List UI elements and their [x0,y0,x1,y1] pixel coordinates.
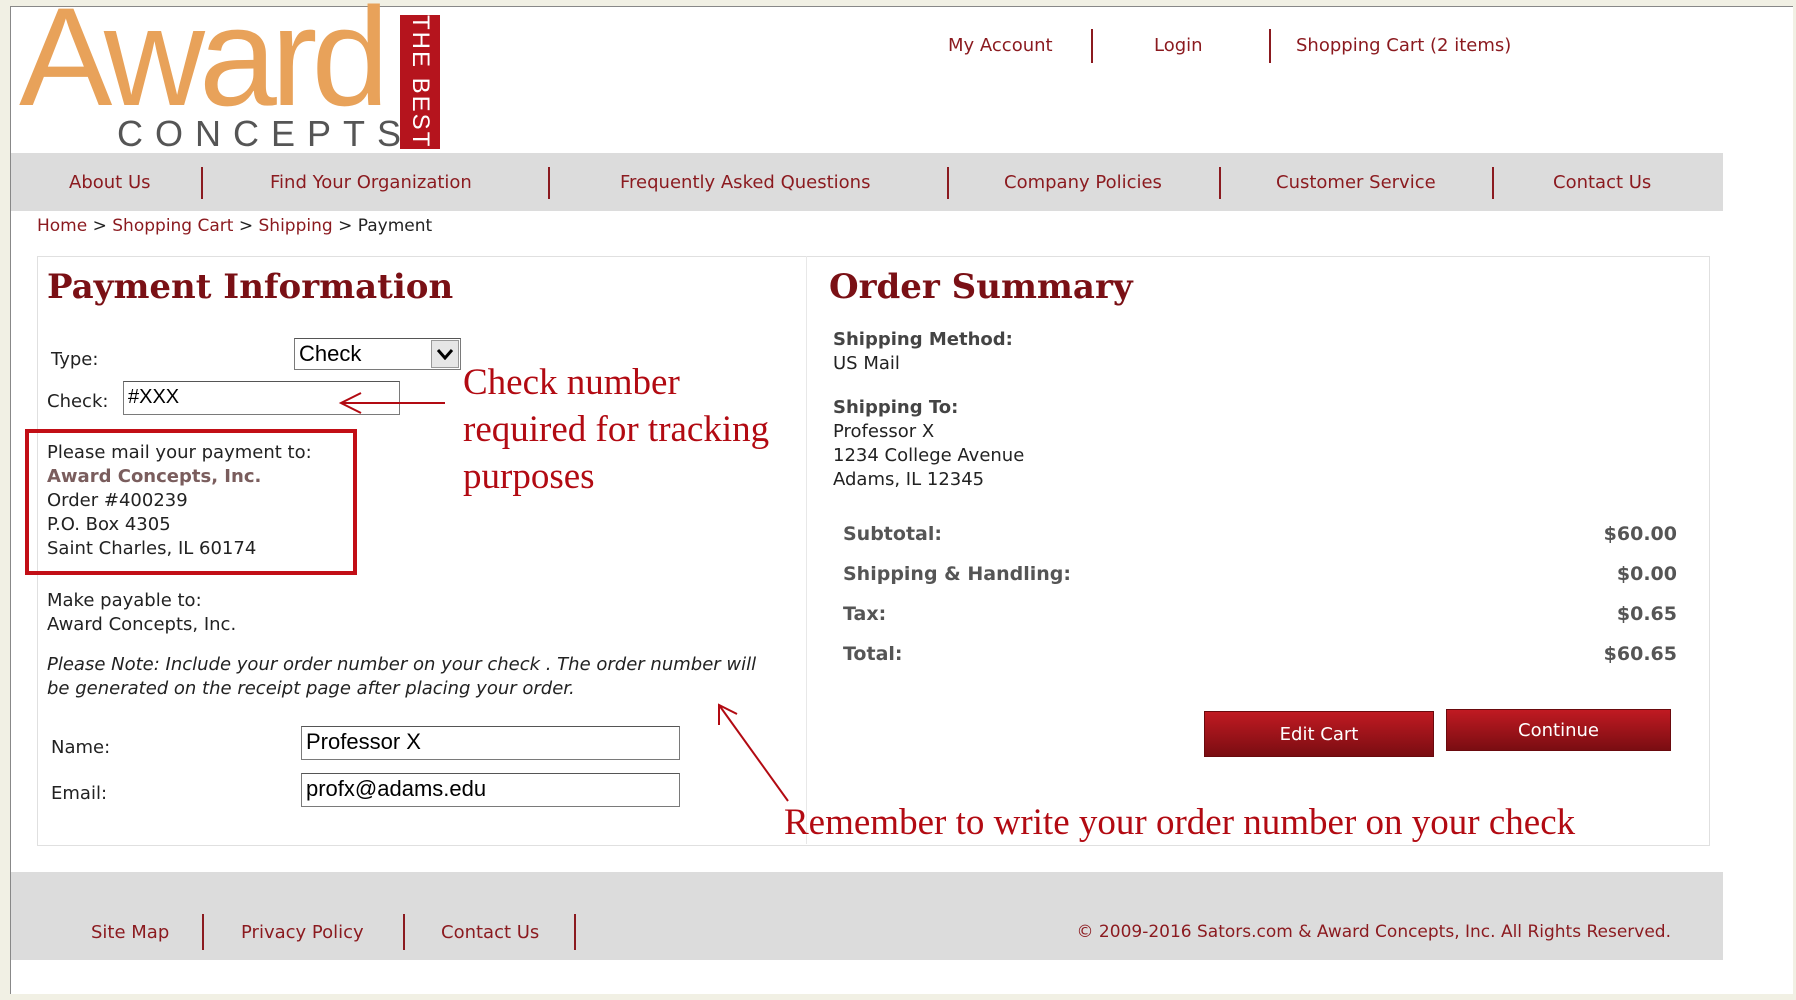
payable-name: Award Concepts, Inc. [47,614,237,635]
breadcrumb-home[interactable]: Home [37,216,87,236]
logo-word-concepts: CONCEPTS [117,113,414,154]
footer-contact-us-link[interactable]: Contact Us [441,922,539,943]
remember-annotation: Remember to write your order number on y… [784,802,1576,843]
divider [947,167,949,199]
copyright-notice: © 2009-2016 Sators.com & Award Concepts,… [1076,922,1671,942]
breadcrumb-current: Payment [357,216,433,236]
email-input[interactable]: profx@adams.edu [301,773,680,807]
tax-label: Tax: [843,603,887,625]
footer-privacy-policy-link[interactable]: Privacy Policy [241,922,364,943]
subtotal-value: $60.00 [1603,523,1677,545]
breadcrumb-separator: > [338,216,353,236]
nav-find-organization[interactable]: Find Your Organization [270,172,472,193]
breadcrumb-separator: > [238,216,254,236]
check-number-annotation: Check number required for tracking purpo… [463,359,769,500]
divider [1269,29,1271,63]
payable-block: Make payable to: Award Concepts, Inc. [47,589,236,637]
mail-city: Saint Charles, IL 60174 [47,538,257,559]
login-link[interactable]: Login [1154,35,1203,56]
chevron-down-icon[interactable] [431,340,459,368]
check-label: Check: [47,391,109,412]
nav-company-policies[interactable]: Company Policies [1004,172,1162,193]
nav-faq[interactable]: Frequently Asked Questions [620,172,870,193]
payment-type-select[interactable]: Check [294,338,461,370]
mail-order-number: Order #400239 [47,490,188,511]
order-summary-title: Order Summary [829,267,1133,307]
breadcrumb-shopping-cart[interactable]: Shopping Cart [112,216,233,236]
divider [202,914,204,950]
my-account-link[interactable]: My Account [948,35,1053,56]
breadcrumb-shipping[interactable]: Shipping [259,216,333,236]
breadcrumb: Home > Shopping Cart > Shipping > Paymen… [37,216,432,236]
annotation-line: Check number [463,362,680,403]
payable-label: Make payable to: [47,590,202,611]
award-concepts-logo[interactable]: Award CONCEPTS THE BEST [17,0,447,154]
mail-company: Award Concepts, Inc. [47,466,262,487]
tax-value: $0.65 [1616,603,1677,625]
mailing-address: Please mail your payment to: Award Conce… [47,441,312,561]
main-nav: About Us Find Your Organization Frequent… [11,153,1723,211]
nav-customer-service[interactable]: Customer Service [1276,172,1436,193]
page: Award CONCEPTS THE BEST My Account Login… [10,0,1793,994]
continue-button[interactable]: Continue [1446,709,1671,751]
divider [548,167,550,199]
shipping-method-value: US Mail [833,353,900,374]
mail-intro: Please mail your payment to: [47,442,312,463]
subtotal-label: Subtotal: [843,523,942,545]
total-value: $60.65 [1603,643,1677,665]
email-label: Email: [51,783,108,804]
divider [403,914,405,950]
total-label: Total: [843,643,903,665]
ship-to-name: Professor X [833,421,935,442]
order-number-note: Please Note: Include your order number o… [47,654,757,699]
column-divider [806,256,807,844]
shopping-cart-link[interactable]: Shopping Cart (2 items) [1296,35,1511,56]
shipping-handling-value: $0.00 [1616,563,1677,585]
divider [574,914,576,950]
breadcrumb-separator: > [92,216,107,236]
shipping-handling-label: Shipping & Handling: [843,563,1071,585]
type-label: Type: [51,349,99,370]
check-number-input[interactable]: #XXX [123,381,400,415]
footer: Site Map Privacy Policy Contact Us © 200… [11,872,1723,960]
shipping-to-address: Professor X 1234 College Avenue Adams, I… [833,420,1024,492]
shipping-method-label: Shipping Method: [833,329,1013,350]
divider [1492,167,1494,199]
divider [1219,167,1221,199]
logo-the-best-badge: THE BEST [400,15,440,149]
footer-site-map-link[interactable]: Site Map [91,922,169,943]
logo-word-award: Award [19,0,389,135]
payment-type-value: Check [299,341,362,366]
mail-po-box: P.O. Box 4305 [47,514,171,535]
annotation-line: required for tracking [463,409,770,450]
annotation-line: purposes [463,456,595,497]
ship-to-city: Adams, IL 12345 [833,469,985,490]
name-label: Name: [51,737,111,758]
ship-to-street: 1234 College Avenue [833,445,1025,466]
nav-contact-us[interactable]: Contact Us [1553,172,1651,193]
name-input[interactable]: Professor X [301,726,680,760]
payment-info-title: Payment Information [47,267,454,307]
divider [1091,29,1093,63]
shipping-to-label: Shipping To: [833,397,959,418]
nav-about-us[interactable]: About Us [69,172,151,193]
edit-cart-button[interactable]: Edit Cart [1204,711,1434,757]
divider [201,167,203,199]
